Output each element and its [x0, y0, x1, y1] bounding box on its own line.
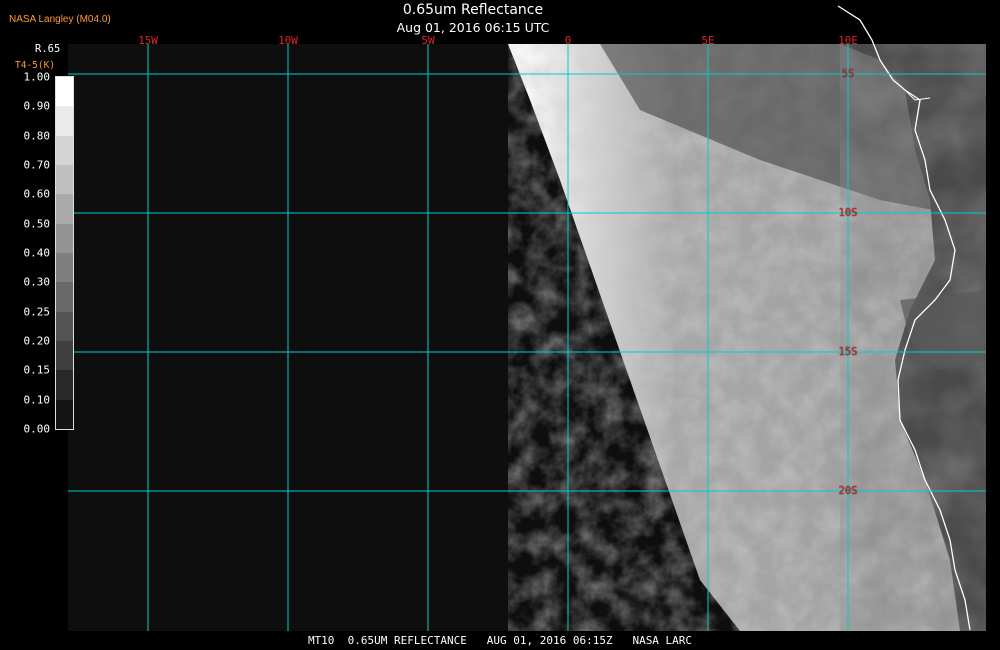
legend-swatch [56, 106, 73, 136]
legend-tick-label: 1.00 [23, 70, 51, 84]
legend-swatch [56, 135, 73, 165]
longitude-label: 5E [701, 34, 715, 47]
legend-tick-label: 0.30 [23, 275, 51, 289]
legend-swatch [56, 194, 73, 224]
satellite-map [68, 5, 986, 631]
legend-tick-label: 0.60 [23, 187, 51, 201]
longitude-label: 10W [278, 34, 298, 47]
longitude-label: 10E [838, 34, 858, 47]
legend-variable-label: R.65 [35, 43, 61, 55]
latitude-label: 20S [838, 485, 858, 497]
page-title: 0.65um Reflectance [402, 2, 544, 18]
legend-tick-label: 0.70 [23, 158, 51, 172]
longitude-label: 0 [564, 34, 572, 47]
legend-tick-label: 0.00 [23, 422, 51, 436]
legend-tick-label: 0.80 [23, 129, 51, 143]
latitude-label: 10S [838, 207, 858, 219]
legend-swatch [56, 252, 73, 283]
legend-swatch [56, 399, 73, 429]
color-scale-bar [55, 76, 74, 430]
timestamp-subtitle: Aug 01, 2016 06:15 UTC [396, 20, 550, 35]
latitude-label: 15S [838, 346, 858, 358]
legend-swatch [56, 282, 73, 312]
longitude-label: 15W [138, 34, 158, 47]
footer-caption: MT10 0.65UM REFLECTANCE AUG 01, 2016 06:… [307, 634, 693, 647]
legend-secondary-label: T4-5(K) [15, 60, 56, 71]
legend-swatch [56, 77, 73, 107]
legend-tick-label: 0.50 [23, 217, 51, 231]
legend-tick-label: 0.25 [23, 305, 51, 319]
latitude-label: 5S [841, 68, 855, 80]
legend-tick-label: 0.20 [23, 334, 51, 348]
legend-swatch [56, 164, 73, 195]
legend-swatch [56, 340, 73, 371]
legend-swatch [56, 370, 73, 400]
longitude-label: 5W [421, 34, 435, 47]
legend-tick-label: 0.10 [23, 393, 51, 407]
legend-swatch [56, 223, 73, 253]
legend-tick-label: 0.40 [23, 246, 51, 260]
legend-tick-label: 0.90 [23, 99, 51, 113]
legend-swatch [56, 311, 73, 341]
legend-tick-label: 0.15 [23, 363, 51, 377]
